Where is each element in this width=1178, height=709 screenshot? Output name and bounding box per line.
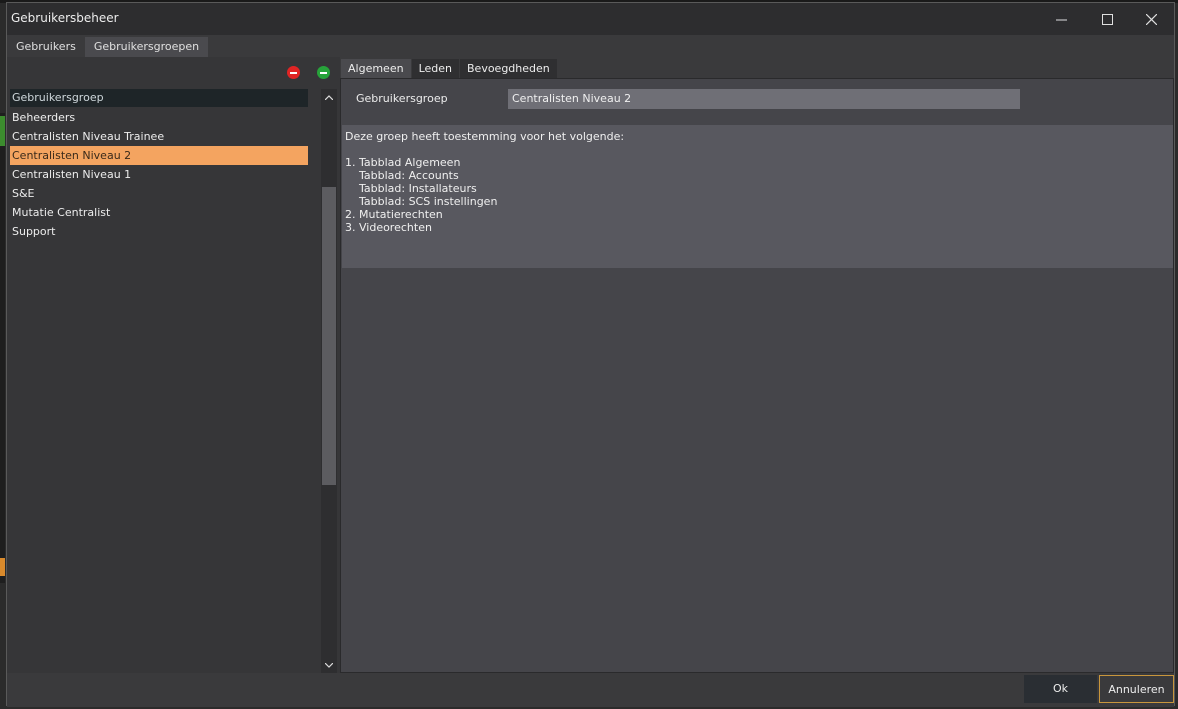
group-detail-panel: Algemeen Leden Bevoegdheden Gebruikersgr…: [340, 57, 1174, 673]
scroll-thumb[interactable]: [322, 187, 336, 485]
tab-gebruikersgroepen[interactable]: Gebruikersgroepen: [84, 37, 209, 57]
minimize-icon: [1055, 19, 1067, 20]
group-list-panel: Gebruikersgroep Beheerders Centralisten …: [7, 57, 340, 673]
group-name-label: Gebruikersgroep: [356, 92, 448, 105]
minimize-button[interactable]: [1038, 3, 1084, 35]
chevron-down-icon: [325, 662, 333, 668]
background-app-edge: [0, 113, 5, 583]
scroll-up-button[interactable]: [321, 90, 337, 104]
window-title: Gebruikersbeheer: [11, 11, 119, 25]
minus-icon: [290, 71, 297, 74]
tab-gebruikers[interactable]: Gebruikers: [7, 37, 85, 57]
maximize-icon: [1101, 13, 1113, 25]
general-tab-content: Gebruikersgroep Centralisten Niveau 2 De…: [340, 78, 1174, 673]
tab-leden[interactable]: Leden: [411, 59, 459, 78]
group-name-field[interactable]: Centralisten Niveau 2: [508, 89, 1020, 109]
minus-icon: [320, 71, 327, 74]
group-list-scrollbar[interactable]: [321, 89, 337, 673]
background-green-mark: [0, 116, 5, 146]
title-bar: Gebruikersbeheer: [7, 3, 1174, 35]
close-button[interactable]: [1128, 3, 1174, 35]
group-description-text[interactable]: Deze groep heeft toestemming voor het vo…: [342, 125, 1173, 268]
list-item[interactable]: Support: [10, 222, 308, 241]
chevron-up-icon: [325, 94, 333, 100]
maximize-button[interactable]: [1084, 3, 1130, 35]
group-list-header[interactable]: Gebruikersgroep: [10, 89, 308, 107]
remove-group-button[interactable]: [287, 66, 300, 79]
group-list: Gebruikersgroep Beheerders Centralisten …: [10, 89, 308, 241]
tab-bevoegdheden[interactable]: Bevoegdheden: [460, 59, 557, 78]
user-management-dialog: Gebruikersbeheer Gebruikers Gebruikersgr…: [6, 2, 1175, 707]
dialog-footer: Ok Annuleren: [7, 673, 1174, 707]
list-item[interactable]: S&E: [10, 184, 308, 203]
background-orange-mark: [0, 558, 5, 576]
scroll-down-button[interactable]: [321, 658, 337, 672]
list-item[interactable]: Beheerders: [10, 108, 308, 127]
list-item[interactable]: Mutatie Centralist: [10, 203, 308, 222]
ok-button[interactable]: Ok: [1024, 675, 1097, 703]
detail-tab-bar: Algemeen Leden Bevoegdheden: [341, 59, 558, 78]
close-icon: [1145, 13, 1157, 25]
add-group-button[interactable]: [317, 66, 330, 79]
list-item-selected[interactable]: Centralisten Niveau 2: [10, 146, 308, 165]
tab-algemeen[interactable]: Algemeen: [341, 59, 411, 78]
main-tab-bar: Gebruikers Gebruikersgroepen: [7, 37, 209, 57]
cancel-button[interactable]: Annuleren: [1099, 675, 1174, 703]
list-item[interactable]: Centralisten Niveau Trainee: [10, 127, 308, 146]
list-item[interactable]: Centralisten Niveau 1: [10, 165, 308, 184]
